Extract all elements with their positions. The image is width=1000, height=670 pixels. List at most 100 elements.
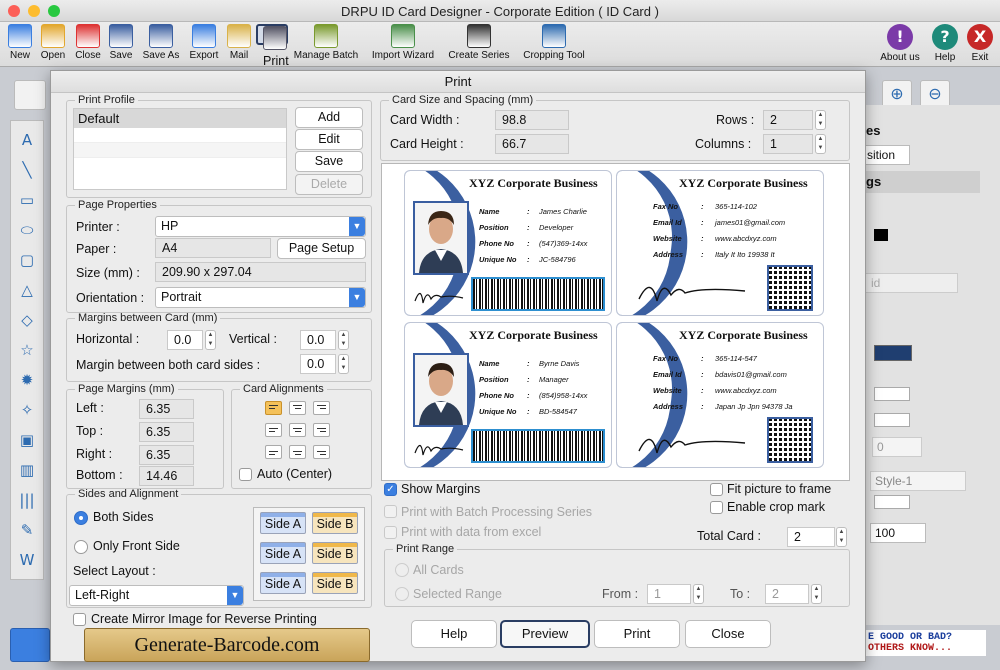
panel-fragment[interactable]: Style-1 [870, 471, 966, 491]
to-stepper[interactable]: ▲ ▼ [811, 584, 822, 604]
both-sides-stepper[interactable]: ▲ ▼ [338, 354, 349, 374]
toolbar-cropping-tool-button[interactable]: Cropping Tool [518, 24, 590, 66]
toolbar-new-button[interactable]: New [6, 24, 34, 66]
align-top-center-icon[interactable] [289, 401, 306, 415]
toolbar-exit-button[interactable]: X Exit [965, 24, 995, 63]
front-side-radio[interactable] [74, 540, 88, 554]
align-top-right-icon[interactable] [313, 401, 330, 415]
columns-field[interactable]: 1 [763, 134, 813, 154]
ellipse-tool-icon[interactable]: ⬭ [16, 219, 38, 241]
toolbar-close-button[interactable]: Close [73, 24, 103, 66]
excel-data-checkbox[interactable] [384, 526, 397, 539]
toolbar-save-button[interactable]: Save [107, 24, 135, 66]
all-cards-radio[interactable] [395, 563, 409, 577]
line-tool-icon[interactable]: ╲ [16, 159, 38, 181]
profile-list-item[interactable] [74, 158, 286, 173]
profile-list-item[interactable] [74, 143, 286, 158]
rows-field[interactable]: 2 [763, 110, 813, 130]
align-middle-right-icon[interactable] [313, 423, 330, 437]
fit-picture-checkbox[interactable] [710, 483, 723, 496]
text-tool-icon[interactable]: A [16, 129, 38, 151]
color-swatch[interactable] [874, 229, 888, 241]
add-profile-button[interactable]: Add [295, 107, 363, 128]
top-margin-field[interactable]: 6.35 [139, 422, 194, 442]
preview-thumbnail[interactable] [10, 628, 50, 662]
vertical-stepper[interactable]: ▲ ▼ [338, 330, 349, 350]
selected-range-radio[interactable] [395, 587, 409, 601]
toolbar-about-us-button[interactable]: ! About us [877, 24, 923, 63]
profile-list-item[interactable] [74, 128, 286, 143]
toolbar-create-series-button[interactable]: Create Series [444, 24, 514, 66]
color-swatch[interactable] [874, 345, 912, 361]
toolbar-open-button[interactable]: Open [38, 24, 68, 66]
align-middle-left-icon[interactable] [265, 423, 282, 437]
print-button[interactable]: Print [594, 620, 680, 648]
toolbar-export-button[interactable]: Export [186, 24, 222, 66]
align-bottom-right-icon[interactable] [313, 445, 330, 459]
align-center-icon[interactable] [289, 423, 306, 437]
library-tool-icon[interactable]: ▥ [16, 459, 38, 481]
background-tool-icon[interactable] [14, 80, 46, 110]
bottom-margin-field[interactable]: 14.46 [139, 466, 194, 486]
rectangle-tool-icon[interactable]: ▭ [16, 189, 38, 211]
triangle-tool-icon[interactable]: △ [16, 279, 38, 301]
save-profile-button[interactable]: Save [295, 151, 363, 172]
delete-profile-button[interactable]: Delete [295, 174, 363, 195]
left-margin-field[interactable]: 6.35 [139, 399, 194, 419]
panel-field[interactable] [874, 495, 910, 509]
paper-field[interactable]: A4 [155, 238, 271, 258]
align-top-left-icon[interactable] [265, 401, 282, 415]
toolbar-import-wizard-button[interactable]: Import Wizard [368, 24, 438, 66]
align-bottom-center-icon[interactable] [289, 445, 306, 459]
show-margins-checkbox[interactable]: ✓ [384, 483, 397, 496]
align-bottom-left-icon[interactable] [265, 445, 282, 459]
panel-field[interactable] [874, 413, 910, 427]
profile-list-item[interactable]: Default [74, 109, 286, 128]
mirror-image-checkbox[interactable] [73, 613, 86, 626]
to-input[interactable]: 2 [765, 584, 809, 604]
toolbar-save-as-button[interactable]: Save As [140, 24, 182, 66]
close-button[interactable]: Close [685, 620, 771, 648]
both-sides-radio[interactable] [74, 511, 88, 525]
signature-tool-icon[interactable]: ✎ [16, 519, 38, 541]
card-height-field[interactable]: 66.7 [495, 134, 569, 154]
both-sides-margin-input[interactable]: 0.0 [300, 354, 336, 374]
toolbar-print-button[interactable]: Print [256, 24, 289, 68]
diamond-tool-icon[interactable]: ◇ [16, 309, 38, 331]
profile-list[interactable]: Default [73, 108, 287, 190]
panel-fragment[interactable]: id [864, 273, 958, 293]
rows-stepper[interactable]: ▲ ▼ [815, 110, 826, 130]
horizontal-margin-input[interactable]: 0.0 [167, 330, 203, 350]
watermark-tool-icon[interactable]: W [16, 549, 38, 571]
horizontal-stepper[interactable]: ▲ ▼ [205, 330, 216, 350]
panel-fragment[interactable]: sition [860, 145, 910, 165]
orientation-select[interactable]: Portrait ▼ [155, 287, 366, 308]
burst-tool-icon[interactable]: ✹ [16, 369, 38, 391]
cross-star-tool-icon[interactable]: ✧ [16, 399, 38, 421]
barcode-tool-icon[interactable]: ||| [16, 489, 38, 511]
from-input[interactable]: 1 [647, 584, 691, 604]
columns-stepper[interactable]: ▲ ▼ [815, 134, 826, 154]
rounded-rect-tool-icon[interactable]: ▢ [16, 249, 38, 271]
panel-fragment[interactable]: 0 [872, 437, 922, 457]
right-margin-field[interactable]: 6.35 [139, 445, 194, 465]
printer-select[interactable]: HP ▼ [155, 216, 366, 237]
edit-profile-button[interactable]: Edit [295, 129, 363, 150]
preview-button[interactable]: Preview [500, 620, 590, 648]
toolbar-manage-batch-button[interactable]: Manage Batch [290, 24, 362, 66]
from-stepper[interactable]: ▲ ▼ [693, 584, 704, 604]
image-tool-icon[interactable]: ▣ [16, 429, 38, 451]
help-button[interactable]: Help [411, 620, 497, 648]
toolbar-help-button[interactable]: ? Help [930, 24, 960, 63]
auto-center-checkbox[interactable] [239, 468, 252, 481]
batch-series-checkbox[interactable] [384, 505, 397, 518]
page-setup-button[interactable]: Page Setup [277, 238, 366, 259]
vertical-margin-input[interactable]: 0.0 [300, 330, 336, 350]
card-width-field[interactable]: 98.8 [495, 110, 569, 130]
crop-mark-checkbox[interactable] [710, 501, 723, 514]
panel-field[interactable] [874, 387, 910, 401]
panel-fragment[interactable]: 100 [870, 523, 926, 543]
star-tool-icon[interactable]: ☆ [16, 339, 38, 361]
layout-select[interactable]: Left-Right ▼ [69, 585, 244, 606]
toolbar-mail-button[interactable]: Mail [226, 24, 252, 66]
